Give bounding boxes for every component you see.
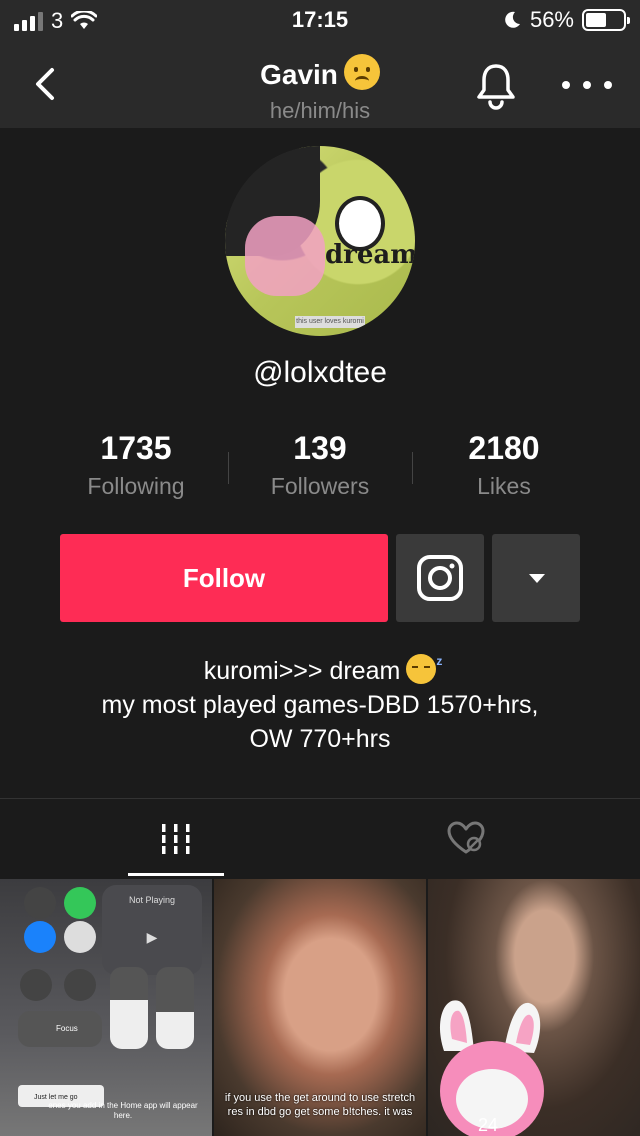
tab-liked[interactable] [320, 800, 640, 876]
liked-hidden-icon [447, 821, 485, 854]
bio: kuromi>>> dream my most played games-DBD… [0, 644, 640, 756]
username-handle: @lolxdtee [253, 356, 387, 389]
video-tile[interactable]: Not Playing ▶ Focus Just let me go enes y… [0, 879, 212, 1136]
bell-icon[interactable] [474, 62, 518, 110]
likes-label: Likes [477, 473, 531, 499]
worried-emoji-icon [343, 54, 380, 90]
following-label: Following [87, 473, 185, 499]
avatar-text: dream [325, 240, 415, 270]
following-count: 1735 [100, 430, 172, 466]
video-caption: if you use the get around to use stretch… [224, 1092, 416, 1118]
play-icon: ▶ [146, 929, 158, 945]
followers-count: 139 [293, 430, 347, 466]
now-playing: Not Playing ▶ [102, 885, 202, 975]
airplane-icon [24, 887, 56, 919]
focus-tile: Focus [18, 1011, 102, 1047]
screen-mirror-icon [64, 969, 96, 1001]
moon-icon [505, 11, 520, 28]
pronouns: he/him/his [269, 98, 371, 123]
tabs-divider [0, 798, 640, 799]
status-bar: 3 17:15 56% [0, 0, 640, 40]
profile-header: Gavin he/him/his [0, 40, 640, 128]
instagram-button[interactable] [396, 534, 484, 622]
view-count: 24 [478, 1115, 499, 1135]
stat-followers[interactable]: 139 Followers [228, 426, 412, 506]
suggested-accounts-button[interactable] [492, 534, 580, 622]
volume-slider [156, 967, 194, 1049]
stat-following[interactable]: 1735 Following [44, 426, 228, 506]
bluetooth-icon [64, 921, 96, 953]
active-tab-indicator [128, 873, 224, 876]
tab-videos[interactable] [0, 800, 320, 876]
battery-fill [586, 13, 607, 27]
page-title: Gavin [0, 54, 640, 91]
brightness-slider [110, 967, 148, 1049]
instagram-icon [417, 555, 463, 601]
more-icon[interactable] [562, 70, 612, 100]
followers-label: Followers [270, 473, 370, 499]
battery-group: 56% [502, 7, 630, 33]
stats-row: 1735 Following 139 Followers 2180 Likes [44, 426, 596, 506]
chevron-down-icon [529, 574, 545, 583]
battery-icon [582, 9, 630, 31]
battery-percent: 56% [529, 7, 574, 32]
cellular-icon [64, 887, 96, 919]
avatar-caption: this user loves kuromi [295, 316, 365, 328]
avatar[interactable]: dream this user loves kuromi [225, 146, 415, 336]
profile-name: Gavin [260, 59, 338, 90]
bio-line-3: OW 770+hrs [249, 725, 391, 753]
video-tile[interactable]: if you use the get around to use stretch… [214, 879, 426, 1136]
follow-button[interactable]: Follow [60, 534, 388, 622]
rotation-lock-icon [20, 969, 52, 1001]
stat-likes: 2180 Likes [412, 426, 596, 506]
grid-icon [162, 824, 190, 854]
wifi-toggle-icon [24, 921, 56, 953]
likes-count: 2180 [468, 430, 540, 466]
bio-line-2: my most played games-DBD 1570+hrs, [101, 691, 539, 719]
home-app-text: enes you add in the Home app will appear… [48, 1101, 198, 1120]
bio-line-1: kuromi>>> dream [203, 657, 401, 685]
video-grid: Not Playing ▶ Focus Just let me go enes y… [0, 879, 640, 1136]
sleepy-emoji-icon [406, 644, 442, 684]
video-tile[interactable]: 24 [428, 879, 640, 1136]
